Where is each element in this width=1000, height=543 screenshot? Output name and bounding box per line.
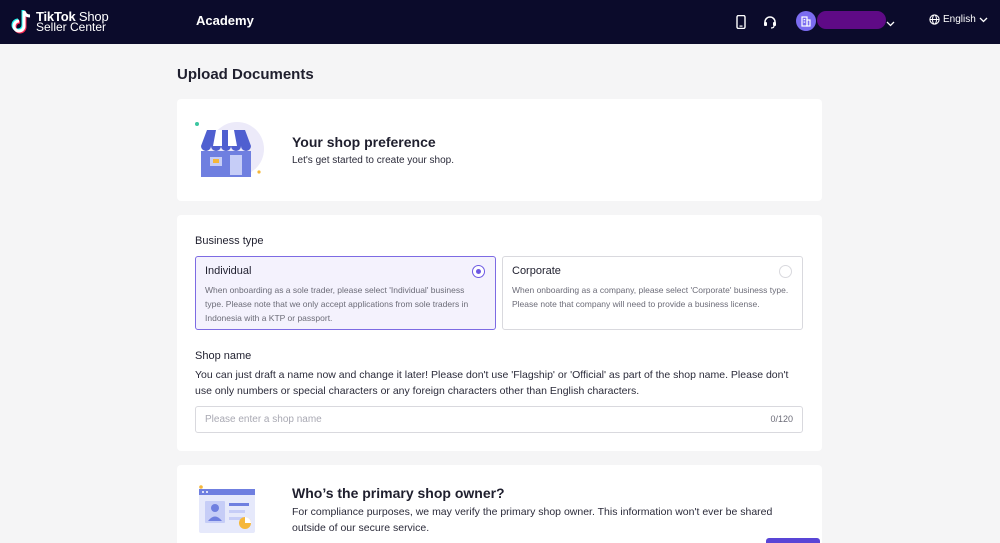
primary-owner-heading: Who’s the primary shop owner? xyxy=(292,485,505,501)
storefront-illustration-icon xyxy=(195,122,264,177)
business-details-card: Business type Individual When onboarding… xyxy=(177,215,822,451)
top-navigation-bar: TikTok Shop Seller Center Academy Englis… xyxy=(0,0,1000,44)
shop-building-icon[interactable] xyxy=(796,11,816,31)
language-selector[interactable]: English xyxy=(929,14,988,25)
option-description: When onboarding as a company, please sel… xyxy=(512,285,789,309)
headset-icon[interactable] xyxy=(760,12,780,32)
tiktok-logo-icon xyxy=(11,10,31,34)
shop-preference-subtitle: Let's get started to create your shop. xyxy=(292,155,455,166)
business-type-option-corporate[interactable]: Corporate When onboarding as a company, … xyxy=(502,256,803,330)
business-type-label: Business type xyxy=(195,235,264,247)
option-title: Individual xyxy=(205,265,252,277)
corporate-radio-button[interactable] xyxy=(779,265,792,278)
shop-name-input[interactable] xyxy=(205,407,745,432)
page-title: Upload Documents xyxy=(177,66,314,83)
mobile-phone-icon[interactable] xyxy=(731,12,751,32)
next-button[interactable] xyxy=(766,538,820,543)
primary-owner-subtitle: For compliance purposes, we may verify t… xyxy=(292,506,773,534)
language-label: English xyxy=(943,14,976,25)
shop-preference-card: Your shop preference Let's get started t… xyxy=(177,99,822,201)
business-type-option-individual[interactable]: Individual When onboarding as a sole tra… xyxy=(195,256,496,330)
globe-icon xyxy=(929,14,940,25)
primary-owner-card: Who’s the primary shop owner? For compli… xyxy=(177,465,822,543)
chevron-down-icon[interactable] xyxy=(886,14,895,32)
shop-name-hint: You can just draft a name now and change… xyxy=(195,369,789,397)
shop-name-label: Shop name xyxy=(195,350,252,362)
brand-subtitle: Seller Center xyxy=(36,20,107,34)
individual-radio-button[interactable] xyxy=(472,265,485,278)
character-counter: 0/120 xyxy=(770,414,793,424)
account-name-redacted[interactable] xyxy=(817,11,886,29)
option-title: Corporate xyxy=(512,265,561,277)
tiktok-shop-logo[interactable]: TikTok Shop Seller Center xyxy=(11,8,109,36)
option-description: When onboarding as a sole trader, please… xyxy=(205,285,469,323)
id-verification-illustration-icon xyxy=(199,485,255,533)
chevron-down-icon xyxy=(979,17,988,23)
academy-link[interactable]: Academy xyxy=(196,13,254,28)
shop-preference-heading: Your shop preference xyxy=(292,134,436,150)
shop-name-field[interactable]: 0/120 xyxy=(195,406,803,433)
